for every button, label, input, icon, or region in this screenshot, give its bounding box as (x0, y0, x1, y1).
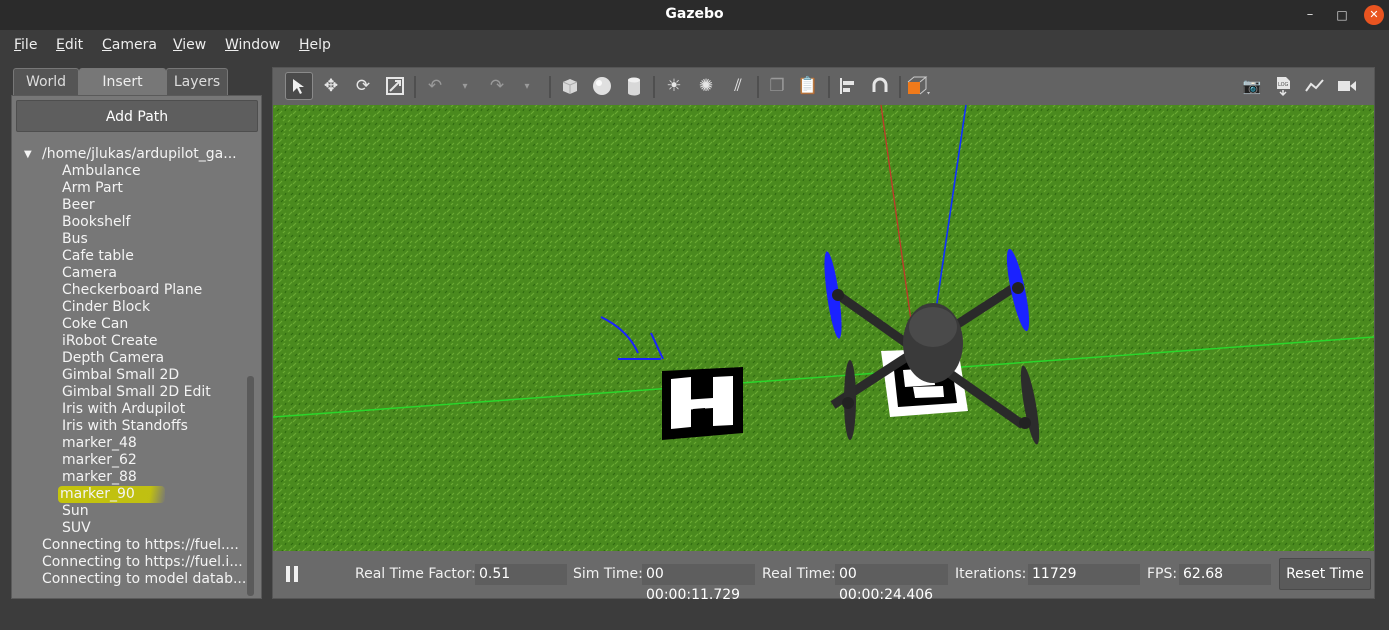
video-record-icon[interactable] (1333, 72, 1361, 100)
spot-light-icon[interactable]: ✺ (692, 72, 720, 100)
sphere-icon[interactable] (588, 72, 616, 100)
tree-scrollbar[interactable] (247, 376, 254, 596)
model-list-item[interactable]: Camera (62, 265, 247, 282)
model-list-item[interactable]: Bookshelf (62, 214, 247, 231)
model-list-item[interactable]: Iris with Standoffs (62, 418, 247, 435)
plot-icon[interactable] (1301, 72, 1329, 100)
pause-button[interactable] (283, 563, 303, 585)
log-icon[interactable]: LOG (1269, 72, 1297, 100)
expand-arrow-icon[interactable]: ▼ (24, 146, 40, 163)
cylinder-icon[interactable] (620, 72, 648, 100)
real-time-value: 00 00:00:24.406 (835, 564, 948, 603)
connection-status-item: Connecting to https://fuel.... (42, 537, 239, 553)
model-list-item[interactable]: Cafe table (62, 248, 247, 265)
model-list-item[interactable]: iRobot Create (62, 333, 247, 350)
sim-time-label: Sim Time: (573, 566, 643, 582)
reset-time-button[interactable]: Reset Time (1279, 558, 1371, 590)
connection-status-item: Connecting to https://fuel.i... (42, 554, 243, 570)
window-title: Gazebo (665, 6, 724, 22)
model-list-item[interactable]: SUV (62, 520, 247, 537)
rtf-value: 0.51 (475, 564, 567, 585)
menu-window[interactable]: Window (225, 37, 280, 53)
sim-time-value: 00 00:00:11.729 (642, 564, 755, 603)
undo-icon[interactable]: ↶ (421, 72, 449, 100)
undo-dropdown-icon[interactable]: ▾ (451, 72, 479, 100)
model-list-item[interactable]: Coke Can (62, 316, 247, 333)
fps-value: 62.68 (1179, 564, 1271, 585)
rtf-label: Real Time Factor: (355, 566, 476, 582)
redo-icon[interactable]: ↷ (483, 72, 511, 100)
model-list-item[interactable]: Ambulance (62, 163, 247, 180)
scene-toolbar: ✥ ⟳ ↶ ▾ ↷ ▾ ☀ ✺ ⫽ ❐ 📋 📷 LOG (273, 68, 1374, 105)
add-path-button[interactable]: Add Path (16, 100, 258, 132)
scene-canvas[interactable] (272, 104, 1375, 551)
maximize-button[interactable]: □ (1332, 5, 1352, 25)
model-list-item[interactable]: marker_62 (62, 452, 247, 469)
model-list-item[interactable]: Cinder Block (62, 299, 247, 316)
model-list-item[interactable]: marker_48 (62, 435, 247, 452)
copy-icon[interactable]: ❐ (763, 72, 791, 100)
model-list-item[interactable]: marker_88 (62, 469, 247, 486)
menu-camera[interactable]: Camera (102, 37, 157, 53)
menu-bar: File Edit Camera View Window Help (0, 30, 1389, 60)
screenshot-icon[interactable]: 📷 (1238, 72, 1266, 100)
menu-help[interactable]: Help (299, 37, 331, 53)
menu-file[interactable]: File (14, 37, 37, 53)
redo-dropdown-icon[interactable]: ▾ (513, 72, 541, 100)
render-view: ✥ ⟳ ↶ ▾ ↷ ▾ ☀ ✺ ⫽ ❐ 📋 📷 LOG Real Time Fa… (272, 67, 1375, 603)
model-path[interactable]: /home/jlukas/ardupilot_ga... (42, 146, 247, 163)
model-list-item[interactable]: Checkerboard Plane (62, 282, 247, 299)
model-list-item[interactable]: marker_90 (58, 486, 165, 503)
paste-icon[interactable]: 📋 (794, 72, 822, 100)
ground-plane (273, 105, 1374, 551)
iterations-value: 11729 (1028, 564, 1140, 585)
iterations-label: Iterations: (955, 566, 1027, 582)
tab-insert[interactable]: Insert (79, 68, 166, 96)
model-list-item[interactable]: Beer (62, 197, 247, 214)
minimize-button[interactable]: – (1300, 5, 1320, 25)
directional-light-icon[interactable]: ⫽ (724, 72, 752, 100)
select-arrow-icon[interactable] (285, 72, 313, 100)
model-list-item[interactable]: Gimbal Small 2D Edit (62, 384, 247, 401)
connection-status-item: Connecting to model datab... (42, 571, 247, 587)
model-list-item[interactable]: Gimbal Small 2D (62, 367, 247, 384)
insert-panel: Add Path ▼ /home/jlukas/ardupilot_ga... … (11, 95, 262, 599)
window-titlebar: Gazebo – □ ✕ (0, 0, 1389, 30)
translate-icon[interactable]: ✥ (317, 72, 345, 100)
model-list-item[interactable]: Depth Camera (62, 350, 247, 367)
model-list-item[interactable]: Arm Part (62, 180, 247, 197)
tab-layers[interactable]: Layers (166, 68, 228, 96)
view-angle-icon[interactable] (905, 72, 933, 100)
status-bar: Real Time Factor: 0.51 Sim Time: 00 00:0… (273, 552, 1374, 603)
aruco-marker-90 (662, 367, 743, 440)
close-button[interactable]: ✕ (1364, 5, 1384, 25)
snap-icon[interactable] (866, 72, 894, 100)
model-list-item[interactable]: Sun (62, 503, 247, 520)
point-light-icon[interactable]: ☀ (660, 72, 688, 100)
menu-view[interactable]: View (173, 37, 206, 53)
real-time-label: Real Time: (762, 566, 836, 582)
rotate-icon[interactable]: ⟳ (349, 72, 377, 100)
model-list-item[interactable]: Bus (62, 231, 247, 248)
tab-world[interactable]: World (13, 68, 79, 96)
svg-text:LOG: LOG (1278, 82, 1289, 88)
model-list-item[interactable]: Iris with Ardupilot (62, 401, 247, 418)
scale-icon[interactable] (381, 72, 409, 100)
menu-edit[interactable]: Edit (56, 37, 83, 53)
align-icon[interactable] (834, 72, 862, 100)
fps-label: FPS: (1147, 566, 1178, 582)
box-icon[interactable] (556, 72, 584, 100)
left-panel: World Insert Layers Add Path ▼ /home/jlu… (10, 66, 262, 599)
